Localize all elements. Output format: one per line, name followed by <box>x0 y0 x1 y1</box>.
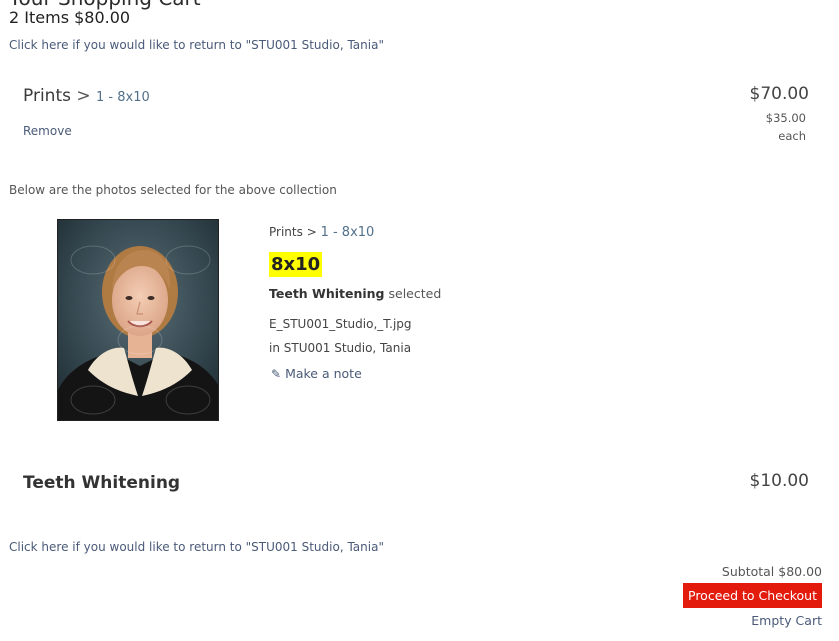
photo-subcategory: 1 - 8x10 <box>320 225 375 240</box>
cart-subtotal: Subtotal $80.00 <box>721 564 822 579</box>
line-item-title: Prints > 1 - 8x10 <box>23 86 150 106</box>
breadcrumb-separator: > <box>76 86 91 106</box>
option-status: selected <box>388 286 442 301</box>
portrait-image <box>58 220 218 420</box>
line-item-subcategory: 1 - 8x10 <box>96 90 150 105</box>
empty-cart-link[interactable]: Empty Cart <box>751 613 822 628</box>
cart-items-total: 2 Items $80.00 <box>9 8 131 27</box>
proceed-to-checkout-button[interactable]: Proceed to Checkout <box>683 583 822 608</box>
remove-item-link[interactable]: Remove <box>23 124 72 138</box>
line-item-price: $70.00 <box>749 84 809 104</box>
collection-note: Below are the photos selected for the ab… <box>9 183 337 197</box>
selected-photo-thumbnail[interactable] <box>57 219 219 421</box>
option-name: Teeth Whitening <box>269 286 385 301</box>
print-size-badge: 8x10 <box>269 252 323 277</box>
pen-icon: ✎ <box>271 367 282 381</box>
addon-title: Teeth Whitening <box>23 473 181 493</box>
make-a-note-label: Make a note <box>285 366 362 381</box>
breadcrumb-separator: > <box>306 225 317 239</box>
line-item-unit-price: $35.00 <box>765 111 806 125</box>
return-to-studio-link[interactable]: Click here if you would like to return t… <box>9 38 384 52</box>
line-item-unit-label: each <box>778 129 806 143</box>
return-to-studio-link-bottom[interactable]: Click here if you would like to return t… <box>9 540 384 554</box>
photo-location: in STU001 Studio, Tania <box>269 341 412 355</box>
selected-option: Teeth Whitening selected <box>269 286 441 301</box>
line-item-category: Prints <box>23 86 71 106</box>
photo-product-path: Prints > 1 - 8x10 <box>269 225 374 240</box>
addon-price: $10.00 <box>749 471 809 491</box>
photo-filename: E_STU001_Studio,_T.jpg <box>269 317 412 331</box>
make-a-note-link[interactable]: ✎ Make a note <box>271 366 362 381</box>
photo-category: Prints <box>269 225 303 239</box>
